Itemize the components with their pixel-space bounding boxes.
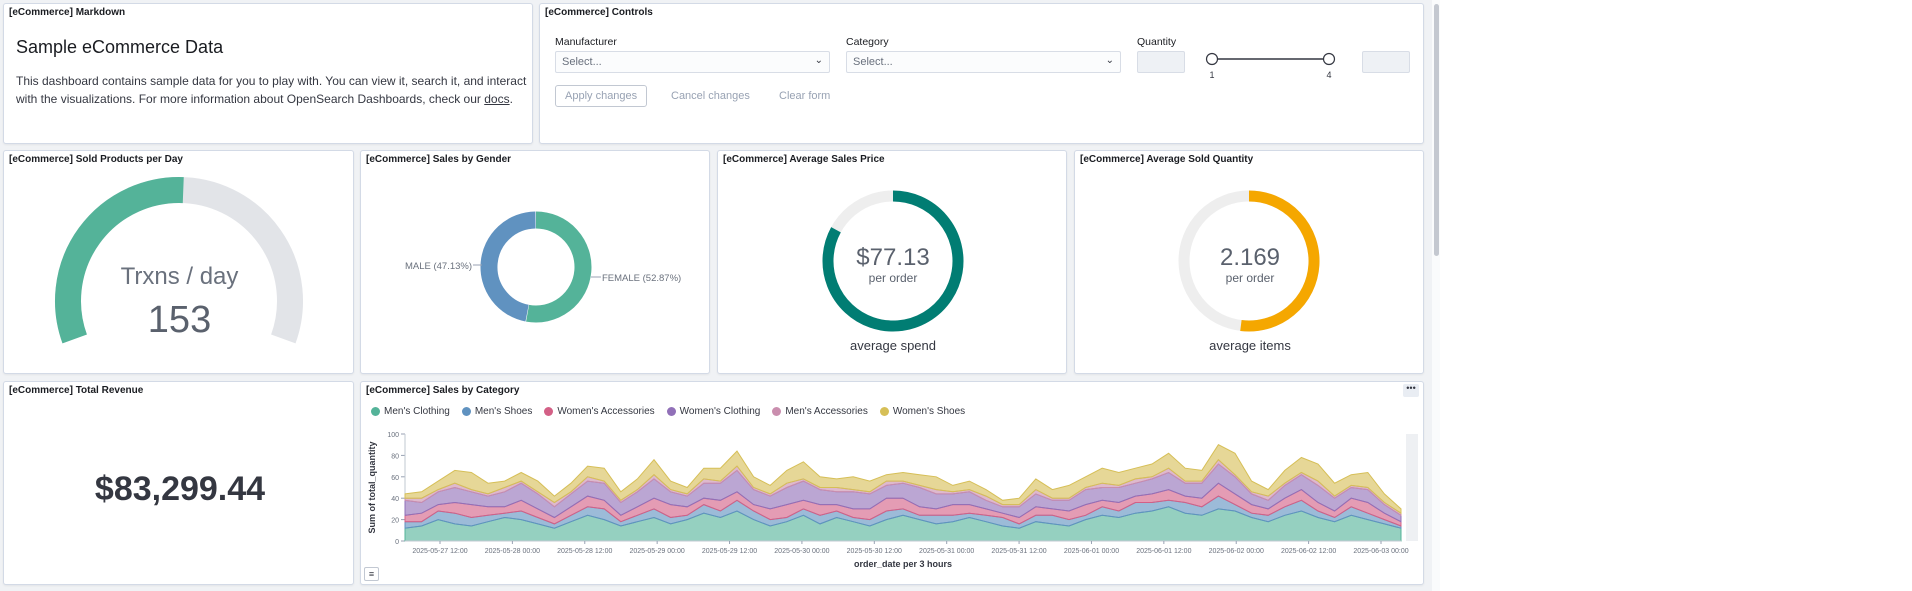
sales-category-panel: [eCommerce] Sales by Category ••• Men's … [360, 381, 1424, 585]
avg-qty-sub: per order [1225, 271, 1275, 285]
markdown-text: This dashboard contains sample data for … [16, 72, 531, 108]
y-tick-label: 60 [391, 475, 399, 482]
avg-price-panel: [eCommerce] Average Sales Price $77.13 p… [717, 150, 1067, 374]
dashboard-canvas: [eCommerce] Markdown Sample eCommerce Da… [0, 0, 1440, 591]
x-tick-label: 2025-05-31 12:00 [991, 548, 1046, 555]
x-tick-label: 2025-06-03 00:00 [1353, 548, 1408, 555]
clear-form-button[interactable]: Clear form [779, 90, 830, 102]
x-tick-label: 2025-06-02 00:00 [1209, 548, 1264, 555]
avg-price-sub: per order [868, 271, 918, 285]
female-slice-label: FEMALE (52.87%) [602, 273, 681, 284]
x-tick-label: 2025-05-28 00:00 [485, 548, 540, 555]
slider-handle-min [1205, 52, 1219, 66]
category-label: Category [846, 36, 889, 48]
markdown-panel: [eCommerce] Markdown Sample eCommerce Da… [3, 3, 533, 144]
gauge-value: 153 [147, 299, 212, 341]
y-tick-label: 0 [395, 539, 399, 546]
markdown-heading: Sample eCommerce Data [16, 37, 224, 57]
avg-price-caption: average spend [849, 338, 936, 353]
gauge-label: Trxns / day [120, 263, 239, 290]
docs-link[interactable]: docs [484, 92, 509, 106]
male-slice-label: MALE (47.13%) [405, 261, 472, 272]
x-tick-label: 2025-05-29 00:00 [630, 548, 685, 555]
quantity-min-input[interactable] [1137, 51, 1185, 73]
quantity-label: Quantity [1137, 36, 1177, 48]
avg-qty-caption: average items [1209, 338, 1291, 353]
panel-title: [eCommerce] Total Revenue [9, 385, 144, 396]
markdown-body: This dashboard contains sample data for … [16, 74, 527, 106]
panel-title: [eCommerce] Markdown [9, 7, 126, 18]
quantity-max-input[interactable] [1362, 51, 1410, 73]
apply-changes-button[interactable]: Apply changes [555, 85, 648, 107]
pie-slice-female [526, 211, 592, 323]
pie-slice-male [480, 211, 536, 322]
y-tick-label: 80 [391, 453, 399, 460]
controls-panel: [eCommerce] Controls Manufacturer Select… [539, 3, 1424, 144]
total-revenue-value: $83,299.44 [94, 470, 266, 508]
manufacturer-placeholder: Select... [562, 56, 602, 68]
category-select[interactable]: Select... ⌄ [846, 51, 1121, 73]
x-tick-label: 2025-06-01 00:00 [1064, 548, 1119, 555]
x-tick-label: 2025-06-01 12:00 [1136, 548, 1191, 555]
slider-max-label: 4 [1326, 70, 1331, 80]
avg-price-value: $77.13 [856, 244, 930, 271]
cancel-changes-button[interactable]: Cancel changes [671, 90, 750, 102]
avg-qty-value: 2.169 [1219, 244, 1281, 271]
x-tick-label: 2025-05-31 00:00 [919, 548, 974, 555]
avg-qty-panel: [eCommerce] Average Sold Quantity 2.169 … [1074, 150, 1424, 374]
chart-scroll-area [1406, 434, 1418, 541]
gender-donut-chart: MALE (47.13%) FEMALE (52.87%) [405, 211, 681, 323]
x-axis-title: order_date per 3 hours [854, 559, 952, 569]
panel-title: [eCommerce] Controls [545, 7, 653, 18]
manufacturer-label: Manufacturer [555, 36, 617, 48]
category-placeholder: Select... [853, 56, 893, 68]
y-tick-label: 40 [391, 496, 399, 503]
quantity-range-slider[interactable]: 1 4 [1200, 48, 1340, 82]
chevron-down-icon: ⌄ [814, 55, 823, 66]
chevron-down-icon: ⌄ [1105, 55, 1114, 66]
total-revenue-panel: [eCommerce] Total Revenue $83,299.44 [3, 381, 354, 585]
sales-gender-panel: [eCommerce] Sales by Gender MALE (47.13%… [360, 150, 710, 374]
stacked-area-chart: 0 20 40 60 80 100 2025-05-27 12:00 2025-05-28 0… [367, 432, 1418, 569]
slider-min-label: 1 [1209, 70, 1214, 80]
list-icon[interactable]: ≡ [364, 567, 379, 581]
y-tick-label: 20 [391, 518, 399, 525]
y-tick-label: 100 [387, 432, 399, 439]
x-tick-label: 2025-05-30 00:00 [774, 548, 829, 555]
page-scrollbar-thumb[interactable] [1434, 4, 1439, 256]
y-axis-title: Sum of total_quantity [367, 442, 377, 534]
x-tick-label: 2025-05-27 12:00 [412, 548, 467, 555]
x-tick-label: 2025-06-02 12:00 [1281, 548, 1336, 555]
slider-handle-max [1322, 52, 1336, 66]
x-tick-label: 2025-05-30 12:00 [847, 548, 902, 555]
manufacturer-select[interactable]: Select... ⌄ [555, 51, 830, 73]
x-tick-label: 2025-05-29 12:00 [702, 548, 757, 555]
sold-products-panel: [eCommerce] Sold Products per Day Trxns … [3, 150, 354, 374]
markdown-body-end: . [509, 92, 513, 106]
x-tick-label: 2025-05-28 12:00 [557, 548, 612, 555]
